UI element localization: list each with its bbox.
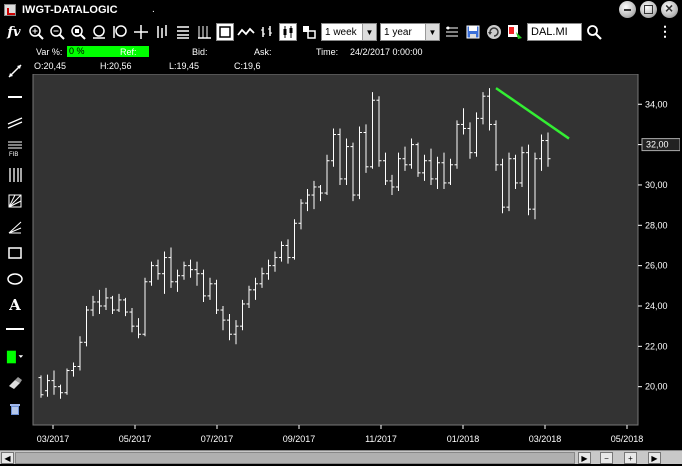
period-select[interactable]: 1 week ▼ xyxy=(321,23,377,41)
zoom-in-scroll-icon[interactable]: + xyxy=(624,452,637,464)
title-dot: . xyxy=(152,4,155,15)
line-tool-icon[interactable] xyxy=(6,62,24,80)
price-chart[interactable]: 20,00 22,00 24,00 26,00 28,00 30,00 32,00 34,00… xyxy=(30,73,681,444)
candle-icon[interactable] xyxy=(279,23,297,41)
hline-tool-icon[interactable] xyxy=(6,88,24,106)
x-tick-label: 07/2017 xyxy=(201,434,234,444)
y-tick-label: 22,00 xyxy=(645,341,668,351)
close-button[interactable] xyxy=(661,0,678,18)
scale-icon[interactable] xyxy=(443,23,461,41)
fan-tool-icon[interactable] xyxy=(6,218,24,236)
divider-icon xyxy=(6,320,24,338)
zoom-in-icon[interactable] xyxy=(27,23,45,41)
time-value: 24/2/2017 0:00:00 xyxy=(350,47,423,57)
bid-label: Bid: xyxy=(192,47,208,57)
window-title: IWGT-DATALOGIC xyxy=(22,4,118,16)
color-tool-icon[interactable] xyxy=(6,348,24,366)
compare-icon[interactable] xyxy=(300,23,318,41)
minimize-button[interactable] xyxy=(619,1,636,18)
y-tick-label: 20,00 xyxy=(645,382,668,392)
scroll-thumb[interactable] xyxy=(15,452,575,464)
scroll-left-icon[interactable]: ◀ xyxy=(1,452,14,464)
y-tick-label: 28,00 xyxy=(645,220,668,230)
channel-tool-icon[interactable] xyxy=(6,114,24,132)
ohlc-bars-icon[interactable] xyxy=(258,23,276,41)
ellipse-tool-icon[interactable] xyxy=(6,270,24,288)
trash-icon[interactable] xyxy=(6,400,24,418)
range-select[interactable]: 1 year ▼ xyxy=(380,23,440,41)
text-tool-icon[interactable]: A xyxy=(6,296,24,314)
x-tick-label: 05/2018 xyxy=(611,434,644,444)
title-bar[interactable]: IWGT-DATALOGIC . xyxy=(0,0,682,20)
x-tick-label: 01/2018 xyxy=(447,434,480,444)
chart-svg[interactable]: 20,00 22,00 24,00 26,00 28,00 30,00 32,00 34,00… xyxy=(30,73,681,450)
last-price-label: 32,00 xyxy=(646,140,669,150)
app-icon xyxy=(4,4,16,16)
bars-icon[interactable] xyxy=(153,23,171,41)
fib-tool-icon[interactable]: FIB xyxy=(6,140,24,158)
scroll-right-icon[interactable]: ▶ xyxy=(578,452,591,464)
ref-label: Ref: xyxy=(120,47,137,57)
high-value: H:20,56 xyxy=(100,61,132,71)
y-tick-label: 34,00 xyxy=(645,99,668,109)
zoom-x-icon[interactable] xyxy=(90,23,108,41)
range-select-value: 1 year xyxy=(384,26,412,38)
save-icon[interactable] xyxy=(464,23,482,41)
cycle-tool-icon[interactable] xyxy=(6,166,24,184)
search-icon[interactable] xyxy=(585,23,603,41)
zoom-y-icon[interactable] xyxy=(111,23,129,41)
time-label: Time: xyxy=(316,47,339,57)
gann-tool-icon[interactable] xyxy=(6,192,24,210)
color-icon[interactable] xyxy=(506,23,524,41)
toolbar: fv 1 week ▼ 1 year ▼ DAL.MI ⋮ xyxy=(0,20,682,44)
horizontal-scrollbar[interactable]: ◀ ▶ − + ▶ xyxy=(0,450,682,464)
info-bar: Var %: 0 % Ref: Bid: Ask: Time: 24/2/201… xyxy=(30,44,640,74)
chevron-down-icon: ▼ xyxy=(425,24,439,40)
x-tick-label: 11/2017 xyxy=(365,434,397,444)
var-label: Var %: xyxy=(36,47,63,57)
list-icon[interactable] xyxy=(174,23,192,41)
symbol-input[interactable] xyxy=(527,23,582,41)
drawing-toolbar: FIB A xyxy=(0,58,30,428)
chevron-down-icon: ▼ xyxy=(362,24,376,40)
open-value: O:20,45 xyxy=(34,61,67,71)
maximize-button[interactable] xyxy=(640,1,657,18)
x-tick-label: 05/2017 xyxy=(119,434,152,444)
y-tick-label: 30,00 xyxy=(645,180,668,190)
eraser-icon[interactable] xyxy=(6,374,24,392)
line-chart-icon[interactable] xyxy=(237,23,255,41)
zoom-out-scroll-icon[interactable]: − xyxy=(600,452,613,464)
y-tick-label: 24,00 xyxy=(645,301,668,311)
svg-text:FIB: FIB xyxy=(9,152,18,158)
refresh-icon[interactable] xyxy=(485,23,503,41)
period-select-value: 1 week xyxy=(325,26,357,38)
rect-tool-icon[interactable] xyxy=(6,244,24,262)
ask-label: Ask: xyxy=(254,47,272,57)
box-icon[interactable] xyxy=(216,23,234,41)
zoom-fit-icon[interactable] xyxy=(69,23,87,41)
scroll-end-icon[interactable]: ▶ xyxy=(648,452,661,464)
var-value: 0 % xyxy=(67,46,149,57)
low-value: L:19,45 xyxy=(169,61,200,71)
zoom-out-icon[interactable] xyxy=(48,23,66,41)
plot-area[interactable] xyxy=(32,73,639,426)
x-tick-label: 03/2017 xyxy=(37,434,70,444)
app-window: IWGT-DATALOGIC . fv xyxy=(0,0,682,466)
fv-logo-button[interactable]: fv xyxy=(4,23,24,41)
grid-icon[interactable] xyxy=(195,23,213,41)
y-tick-label: 26,00 xyxy=(645,261,668,271)
crosshair-icon[interactable] xyxy=(132,23,150,41)
close-value: C:19,6 xyxy=(234,61,261,71)
x-tick-label: 03/2018 xyxy=(529,434,562,444)
more-menu-icon[interactable]: ⋮ xyxy=(658,23,672,40)
x-tick-label: 09/2017 xyxy=(283,434,316,444)
